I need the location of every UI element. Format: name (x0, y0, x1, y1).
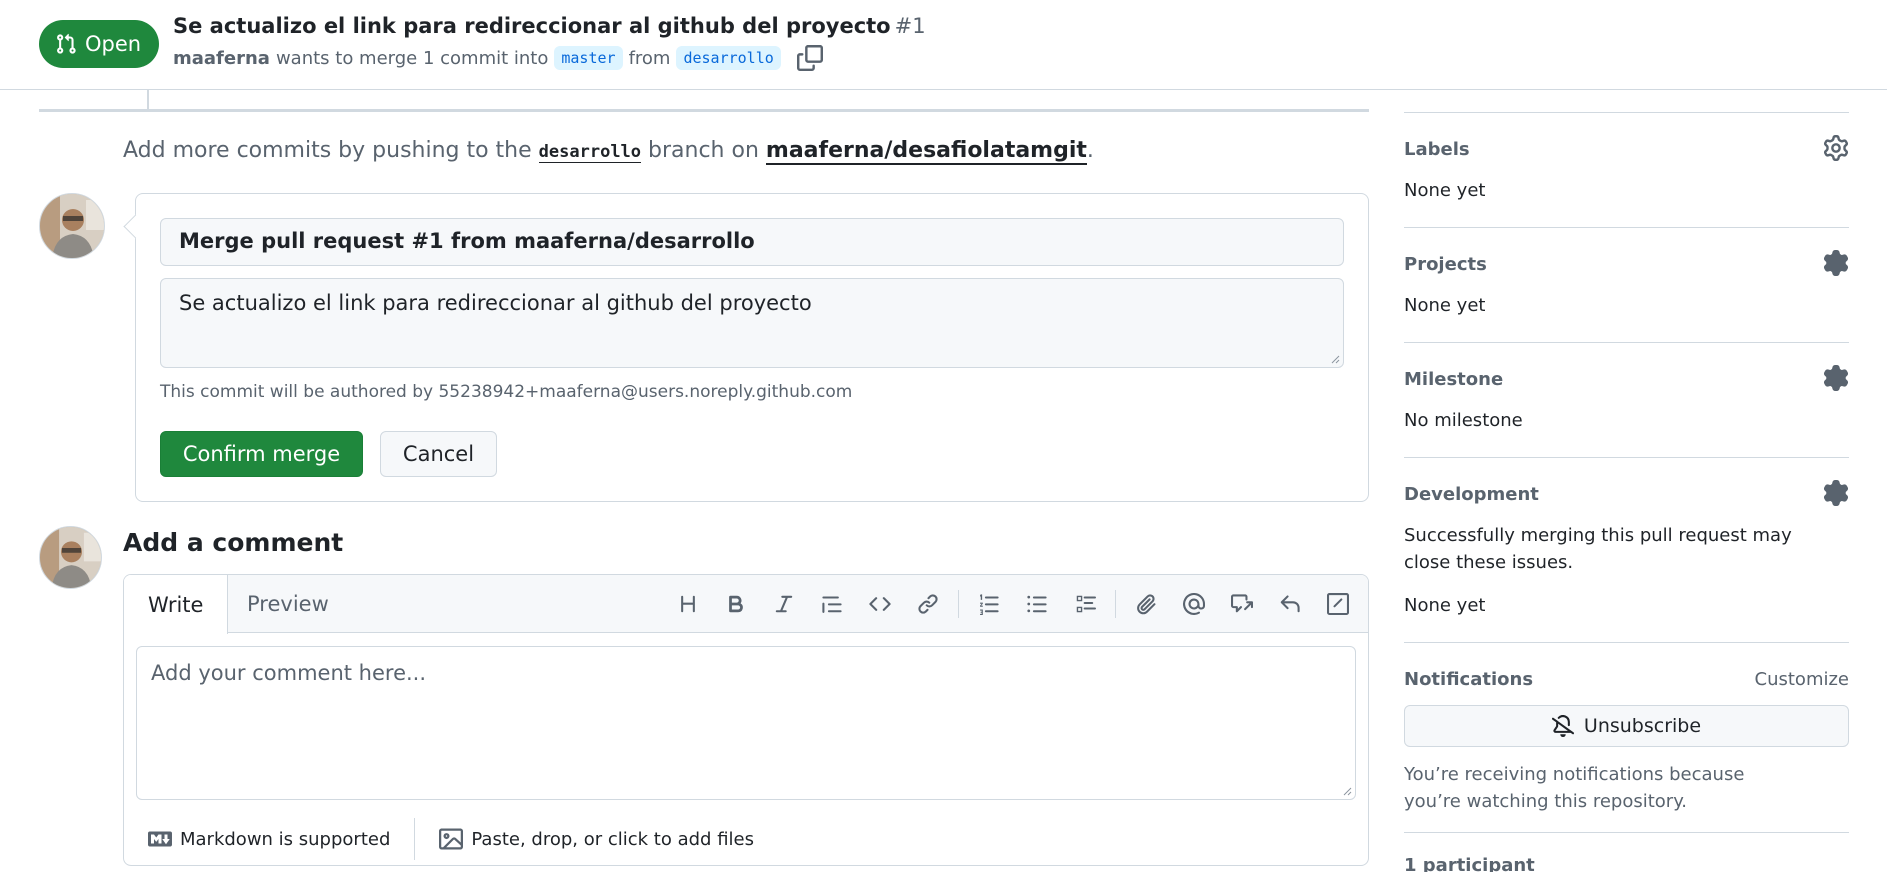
pr-number: #1 (894, 14, 926, 38)
confirm-merge-button[interactable]: Confirm merge (160, 431, 363, 477)
avatar-image (40, 194, 104, 258)
customize-link[interactable]: Customize (1755, 669, 1849, 690)
cancel-merge-button[interactable]: Cancel (380, 431, 497, 477)
quote-icon[interactable] (808, 575, 856, 633)
participants-heading: 1 participant (1404, 855, 1535, 872)
push-hint-middle: branch on (648, 138, 759, 163)
pr-sidebar: Labels None yet Projects None yet Milest… (1404, 0, 1849, 872)
milestone-heading[interactable]: Milestone (1404, 369, 1503, 390)
attach-note: Paste, drop, or click to add files (471, 828, 754, 850)
gear-icon[interactable] (1823, 135, 1849, 161)
commit-title-input[interactable]: Merge pull request #1 from maaferna/desa… (160, 218, 1344, 266)
slash-command-icon[interactable] (1314, 575, 1362, 633)
pr-merge-text: wants to merge 1 commit into (275, 47, 549, 69)
markdown-note: Markdown is supported (180, 828, 391, 850)
pr-title: Se actualizo el link para redireccionar … (173, 14, 926, 38)
git-pull-request-icon (57, 33, 76, 54)
commit-author-note: This commit will be authored by 55238942… (160, 382, 853, 402)
labels-heading[interactable]: Labels (1404, 139, 1470, 160)
attach-icon[interactable] (1122, 575, 1170, 633)
markdown-supported-link[interactable]: Markdown is supported (124, 819, 414, 859)
timeline-line (147, 90, 149, 110)
markdown-icon (148, 831, 172, 847)
resize-grip-icon[interactable] (1342, 786, 1352, 796)
pr-sticky-header: Open Se actualizo el link para redirecci… (0, 0, 1887, 90)
notifications-note: You’re receiving notifications because y… (1404, 764, 1745, 812)
task-list-icon[interactable] (1061, 575, 1109, 633)
head-branch-label[interactable]: desarrollo (676, 46, 781, 70)
code-icon[interactable] (856, 575, 904, 633)
add-comment-heading: Add a comment (123, 528, 344, 557)
development-description: Successfully merging this pull request m… (1404, 525, 1792, 573)
resize-grip-icon[interactable] (1330, 354, 1340, 364)
copy-icon[interactable] (796, 45, 823, 71)
sidebar-development: Development Successfully merging this pu… (1404, 457, 1849, 642)
base-branch-label[interactable]: master (554, 46, 623, 70)
toolbar-divider (958, 590, 959, 618)
unsubscribe-button[interactable]: Unsubscribe (1404, 705, 1849, 747)
push-hint-suffix: . (1086, 138, 1094, 163)
timeline-divider (39, 109, 1369, 112)
push-hint: Add more commits by pushing to the desar… (123, 138, 1094, 165)
tab-preview[interactable]: Preview (223, 575, 353, 633)
reply-icon[interactable] (1266, 575, 1314, 633)
milestone-value: No milestone (1404, 410, 1523, 431)
unsubscribe-label: Unsubscribe (1583, 715, 1702, 737)
pr-author-link[interactable]: maaferna (173, 48, 270, 69)
markdown-toolbar (664, 575, 1362, 633)
bell-slash-icon (1551, 715, 1574, 737)
tab-write[interactable]: Write (124, 575, 229, 634)
from-text: from (628, 47, 671, 69)
projects-heading[interactable]: Projects (1404, 254, 1487, 275)
gear-icon[interactable] (1823, 365, 1849, 391)
bold-icon[interactable] (712, 575, 760, 633)
sidebar-participants: 1 participant (1404, 832, 1849, 872)
pr-title-text: Se actualizo el link para redireccionar … (173, 14, 891, 38)
toolbar-divider (1115, 590, 1116, 618)
development-value: None yet (1404, 595, 1486, 616)
merge-confirm-box: Merge pull request #1 from maaferna/desa… (135, 193, 1369, 502)
sidebar-projects: Projects None yet (1404, 227, 1849, 342)
push-hint-prefix: Add more commits by pushing to the (123, 138, 532, 163)
sidebar-labels: Labels None yet (1404, 112, 1849, 227)
sidebar-milestone: Milestone No milestone (1404, 342, 1849, 457)
avatar[interactable] (39, 526, 102, 589)
ordered-list-icon[interactable] (965, 575, 1013, 633)
link-icon[interactable] (904, 575, 952, 633)
comment-footer: Markdown is supported Paste, drop, or cl… (124, 812, 1368, 865)
unordered-list-icon[interactable] (1013, 575, 1061, 633)
comment-tabbar: Write Preview (124, 575, 1368, 634)
notifications-heading: Notifications (1404, 669, 1534, 690)
reference-icon[interactable] (1218, 575, 1266, 633)
image-icon (439, 828, 464, 850)
repo-link[interactable]: maaferna/desafiolatamgit (765, 138, 1087, 165)
labels-value: None yet (1404, 180, 1486, 201)
italic-icon[interactable] (760, 575, 808, 633)
pr-state-badge: Open (39, 20, 160, 68)
mention-icon[interactable] (1170, 575, 1218, 633)
comment-placeholder: Add your comment here... (151, 661, 427, 685)
pr-state-label: Open (85, 32, 142, 56)
development-heading[interactable]: Development (1404, 484, 1539, 505)
sidebar-notifications: Notifications Customize Unsubscribe You’… (1404, 642, 1849, 832)
attach-files-link[interactable]: Paste, drop, or click to add files (415, 819, 778, 859)
avatar-image (40, 527, 101, 588)
commit-body-textarea[interactable]: Se actualizo el link para redireccionar … (160, 278, 1344, 368)
comment-editor: Write Preview Add your comment here... M… (123, 574, 1369, 866)
heading-icon[interactable] (664, 575, 712, 633)
projects-value: None yet (1404, 295, 1486, 316)
push-hint-branch[interactable]: desarrollo (538, 142, 642, 163)
gear-icon[interactable] (1823, 480, 1849, 506)
commit-body-text: Se actualizo el link para redireccionar … (179, 291, 812, 315)
avatar[interactable] (39, 193, 105, 259)
pr-merge-summary: maaferna wants to merge 1 commit into ma… (173, 45, 823, 71)
gear-icon[interactable] (1823, 250, 1849, 276)
comment-textarea[interactable]: Add your comment here... (136, 646, 1356, 800)
